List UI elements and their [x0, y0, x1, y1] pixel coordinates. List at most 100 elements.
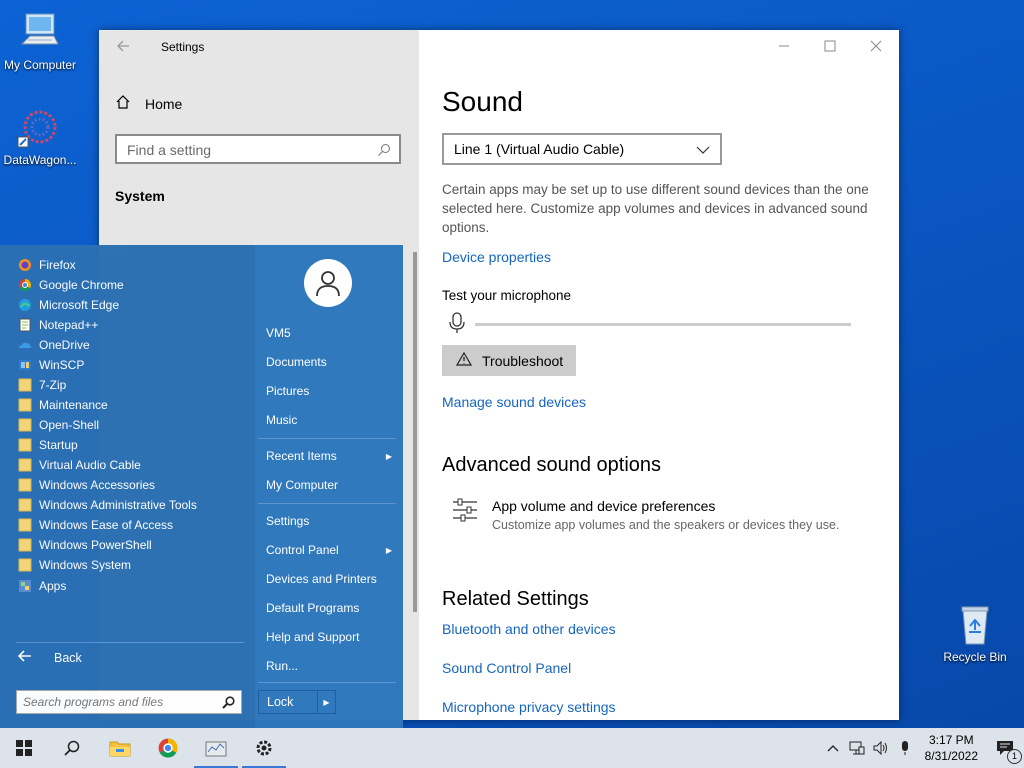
start-search-input[interactable] — [17, 691, 219, 713]
start-search-box[interactable] — [16, 690, 242, 714]
user-avatar[interactable] — [304, 259, 352, 307]
taskbar: 3:17 PM 8/31/2022 1 — [0, 728, 1024, 768]
app-volume-title: App volume and device preferences — [492, 498, 716, 514]
chevron-down-icon — [696, 141, 710, 157]
bluetooth-devices-link[interactable]: Bluetooth and other devices — [442, 621, 616, 637]
manage-sound-devices-link[interactable]: Manage sound devices — [442, 394, 586, 410]
start-item-label: Run... — [266, 659, 299, 673]
program-onedrive[interactable]: OneDrive — [18, 335, 90, 355]
start-item-label: Devices and Printers — [266, 572, 377, 586]
chrome-taskbar-button[interactable] — [144, 728, 192, 768]
program-folder-windows-powershell[interactable]: Windows PowerShell — [18, 535, 152, 555]
program-folder-open-shell[interactable]: Open-Shell — [18, 415, 99, 435]
start-item-vm5[interactable]: VM5 — [266, 323, 392, 343]
app-volume-preferences-item[interactable]: App volume and device preferences Custom… — [452, 498, 839, 532]
divider — [258, 682, 396, 683]
start-programs-pane: Firefox Google Chrome Microsoft Edge Not… — [0, 245, 254, 728]
program-winscp[interactable]: WinSCP — [18, 355, 84, 375]
lock-button[interactable]: Lock — [258, 690, 318, 714]
program-firefox[interactable]: Firefox — [18, 255, 76, 275]
start-item-recent-items[interactable]: Recent Items ▶ — [266, 446, 392, 466]
program-label: Maintenance — [39, 398, 108, 412]
microphone-icon[interactable] — [893, 728, 917, 768]
file-explorer-button[interactable] — [96, 728, 144, 768]
related-settings-heading: Related Settings — [442, 588, 589, 610]
sound-device-dropdown[interactable]: Line 1 (Virtual Audio Cable) — [442, 133, 722, 165]
tray-overflow-button[interactable] — [821, 728, 845, 768]
program-folder-windows-accessories[interactable]: Windows Accessories — [18, 475, 155, 495]
search-button[interactable] — [48, 728, 96, 768]
back-arrow-icon[interactable] — [115, 38, 133, 56]
program-folder-7zip[interactable]: 7-Zip — [18, 375, 66, 395]
nav-home[interactable]: Home — [115, 94, 182, 113]
folder-icon — [18, 438, 32, 452]
start-item-pictures[interactable]: Pictures — [266, 381, 392, 401]
start-item-label: Control Panel — [266, 543, 339, 557]
folder-icon — [18, 538, 32, 552]
start-button[interactable] — [0, 728, 48, 768]
network-icon[interactable] — [845, 728, 869, 768]
program-folder-windows-admin-tools[interactable]: Windows Administrative Tools — [18, 495, 197, 515]
program-label: WinSCP — [39, 358, 85, 372]
volume-icon[interactable] — [869, 728, 893, 768]
desktop-icon-recycle-bin[interactable]: Recycle Bin — [935, 602, 1015, 664]
app-volume-desc: Customize app volumes and the speakers o… — [492, 518, 840, 532]
program-label: Apps — [39, 579, 67, 593]
microphone-icon — [449, 312, 465, 337]
folder-icon — [18, 418, 32, 432]
clock-time: 3:17 PM — [928, 733, 974, 747]
folder-icon — [18, 498, 32, 512]
start-item-label: VM5 — [266, 326, 291, 340]
program-label: Windows Accessories — [39, 478, 156, 492]
troubleshoot-button[interactable]: Troubleshoot — [442, 345, 576, 376]
clock-date: 8/31/2022 — [924, 749, 978, 763]
start-item-settings[interactable]: Settings — [266, 511, 392, 531]
minimize-button[interactable] — [761, 30, 807, 62]
datawagon-taskbar-button[interactable] — [192, 728, 240, 768]
close-button[interactable] — [853, 30, 899, 62]
program-google-chrome[interactable]: Google Chrome — [18, 275, 124, 295]
start-item-run[interactable]: Run... — [266, 656, 392, 676]
desktop-icon-datawagon[interactable]: DataWagon... — [0, 105, 80, 167]
start-item-music[interactable]: Music — [266, 410, 392, 430]
program-apps[interactable]: Apps — [18, 576, 66, 596]
taskbar-clock[interactable]: 3:17 PM 8/31/2022 — [917, 732, 986, 764]
onedrive-icon — [18, 338, 32, 352]
microphone-privacy-link[interactable]: Microphone privacy settings — [442, 699, 616, 715]
advanced-sound-heading: Advanced sound options — [442, 454, 662, 476]
program-notepad-plus-plus[interactable]: Notepad++ — [18, 315, 98, 335]
start-item-devices-printers[interactable]: Devices and Printers — [266, 569, 392, 589]
action-center-button[interactable]: 1 — [986, 728, 1024, 768]
back-button[interactable]: Back — [17, 650, 82, 665]
settings-nav-scrollbar[interactable] — [413, 252, 417, 612]
edge-icon — [18, 298, 32, 312]
start-item-label: Help and Support — [266, 630, 360, 644]
find-setting-input[interactable] — [117, 136, 377, 164]
lock-options-button[interactable]: ▶ — [318, 690, 336, 714]
desktop-icon-my-computer[interactable]: My Computer — [0, 10, 80, 72]
divider — [258, 503, 396, 504]
program-folder-maintenance[interactable]: Maintenance — [18, 395, 108, 415]
start-item-my-computer[interactable]: My Computer — [266, 475, 392, 495]
find-setting-box[interactable] — [115, 134, 401, 164]
chevron-right-icon: ▶ — [385, 451, 392, 461]
start-item-documents[interactable]: Documents — [266, 352, 392, 372]
divider — [258, 438, 396, 439]
program-microsoft-edge[interactable]: Microsoft Edge — [18, 295, 119, 315]
program-folder-windows-ease-of-access[interactable]: Windows Ease of Access — [18, 515, 173, 535]
divider — [16, 642, 244, 643]
computer-icon — [18, 10, 62, 54]
start-item-help-support[interactable]: Help and Support — [266, 627, 392, 647]
maximize-button[interactable] — [807, 30, 853, 62]
device-properties-link[interactable]: Device properties — [442, 249, 551, 265]
start-item-control-panel[interactable]: Control Panel ▶ — [266, 540, 392, 560]
program-folder-windows-system[interactable]: Windows System — [18, 555, 131, 575]
program-folder-startup[interactable]: Startup — [18, 435, 78, 455]
sound-control-panel-link[interactable]: Sound Control Panel — [442, 660, 571, 676]
apps-icon — [18, 579, 32, 593]
program-folder-virtual-audio-cable[interactable]: Virtual Audio Cable — [18, 455, 141, 475]
chevron-up-icon — [827, 745, 839, 752]
settings-taskbar-button[interactable] — [240, 728, 288, 768]
user-icon — [316, 271, 340, 297]
start-item-default-programs[interactable]: Default Programs — [266, 598, 392, 618]
